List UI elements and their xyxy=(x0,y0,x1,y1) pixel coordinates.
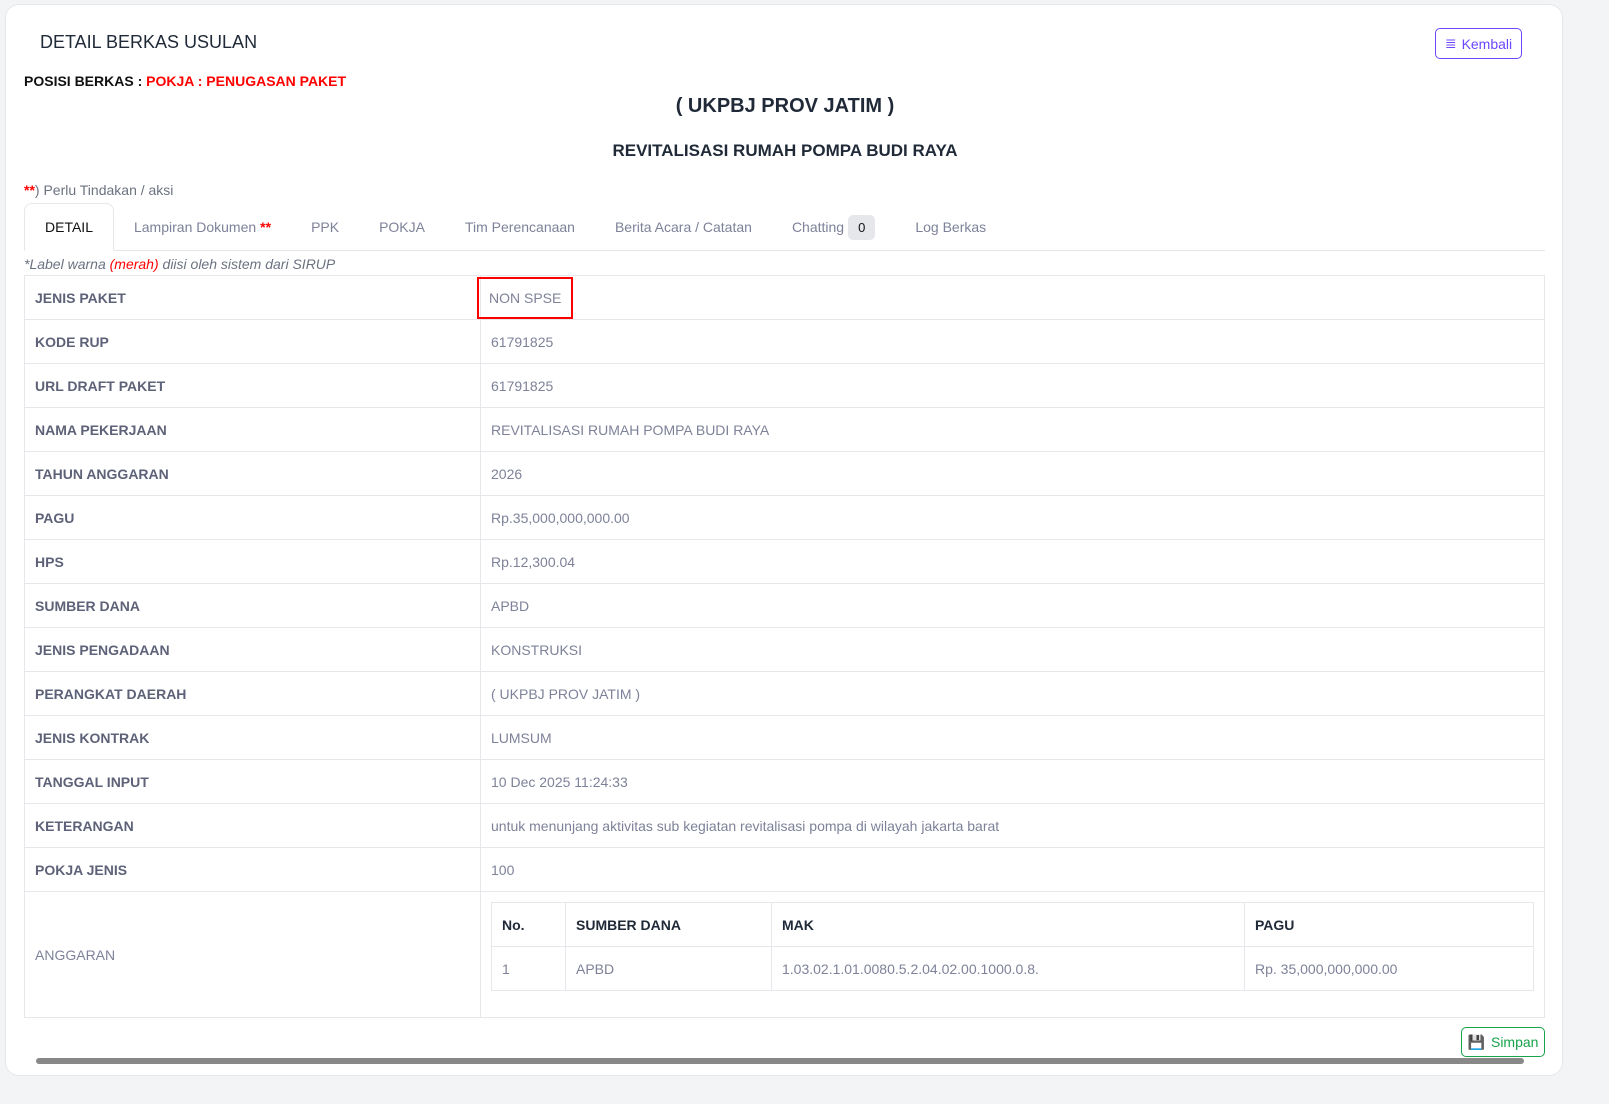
save-icon: 💾 xyxy=(1467,1033,1485,1050)
horizontal-scrollbar[interactable] xyxy=(36,1058,1524,1064)
sub-cell: 1.03.02.1.01.0080.5.2.04.02.00.1000.0.8. xyxy=(771,946,1245,991)
save-button[interactable]: 💾 Simpan xyxy=(1461,1027,1545,1057)
table-row: URL DRAFT PAKET 61791825 xyxy=(24,363,1545,408)
row-value: KONSTRUKSI xyxy=(480,627,1545,672)
detail-card: DETAIL BERKAS USULAN ≣ Kembali POSISI BER… xyxy=(5,4,1563,1076)
row-value: untuk menunjang aktivitas sub kegiatan r… xyxy=(480,803,1545,848)
row-value: 100 xyxy=(480,847,1545,892)
table-row: PERANGKAT DAERAH( UKPBJ PROV JATIM ) xyxy=(24,671,1545,716)
sub-cell: Rp. 35,000,000,000.00 xyxy=(1244,946,1534,991)
row-value: ( UKPBJ PROV JATIM ) xyxy=(480,671,1545,716)
tab-chatting[interactable]: Chatting 0 xyxy=(772,203,895,251)
tab-pokja[interactable]: POKJA xyxy=(359,203,445,251)
row-value: REVITALISASI RUMAH POMPA BUDI RAYA xyxy=(480,407,1545,452)
table-row: JENIS KONTRAK LUMSUM xyxy=(24,715,1545,760)
row-label: POKJA JENIS xyxy=(24,847,481,892)
table-row: KODE RUP 61791825 xyxy=(24,319,1545,364)
table-row: HPS Rp.12,300.04 xyxy=(24,539,1545,584)
page-title: DETAIL BERKAS USULAN xyxy=(40,32,258,52)
row-label: SUMBER DANA xyxy=(24,583,481,628)
sub-header: PAGU xyxy=(1244,902,1534,947)
tab-ppk[interactable]: PPK xyxy=(291,203,359,251)
sub-cell: APBD xyxy=(565,946,772,991)
tabs: DETAIL Lampiran Dokumen ** PPK POKJA Tim … xyxy=(24,203,1545,251)
table-row: NAMA PEKERJAAN REVITALISASI RUMAH POMPA B… xyxy=(24,407,1545,452)
posisi-value: POKJA : PENUGASAN PAKET xyxy=(146,73,347,89)
row-value: 61791825 xyxy=(480,363,1545,408)
table-row: KETERANGAN untuk menunjang aktivitas sub … xyxy=(24,803,1545,848)
sub-header: SUMBER DANA xyxy=(565,902,772,947)
row-label: JENIS PENGADAAN xyxy=(24,627,481,672)
row-label: KETERANGAN xyxy=(24,803,481,848)
list-icon: ≣ xyxy=(1444,35,1457,51)
table-row: JENIS PAKET NON SPSE xyxy=(24,275,1545,320)
row-value: Rp.35,000,000,000.00 xyxy=(480,495,1545,540)
row-label: KODE RUP xyxy=(24,319,481,364)
row-label: URL DRAFT PAKET xyxy=(24,363,481,408)
table-row: TAHUN ANGGARAN 2026 xyxy=(24,451,1545,496)
row-label: PAGU xyxy=(24,495,481,540)
sub-row: 1 APBD 1.03.02.1.01.0080.5.2.04.02.00.1000… xyxy=(491,946,1534,991)
action-note: **) Perlu Tindakan / aksi xyxy=(24,182,174,198)
row-value: 10 Dec 2025 11:24:33 xyxy=(480,759,1545,804)
table-row: SUMBER DANA APBD xyxy=(24,583,1545,628)
sub-header: MAK xyxy=(771,902,1245,947)
org-title: ( UKPBJ PROV JATIM ) xyxy=(675,95,895,117)
row-label: JENIS KONTRAK xyxy=(24,715,481,760)
tab-detail[interactable]: DETAIL xyxy=(24,203,114,251)
chat-count-badge: 0 xyxy=(848,214,876,240)
table-row: JENIS PENGADAAN KONSTRUKSI xyxy=(24,627,1545,672)
row-label: NAMA PEKERJAAN xyxy=(24,407,481,452)
back-button[interactable]: ≣ Kembali xyxy=(1435,28,1522,59)
tab-log-berkas[interactable]: Log Berkas xyxy=(895,203,1006,251)
row-label: HPS xyxy=(24,539,481,584)
anggaran-table: No. SUMBER DANA MAK PAGU 1 APBD 1.03.02.1.01.0… xyxy=(491,902,1534,991)
tab-berita-acara[interactable]: Berita Acara / Catatan xyxy=(595,203,772,251)
table-row: TANGGAL INPUT 10 Dec 2025 11:24:33 xyxy=(24,759,1545,804)
row-label: ANGGARAN xyxy=(24,891,481,1018)
row-label: TANGGAL INPUT xyxy=(24,759,481,804)
posisi-berkas: POSISI BERKAS : POKJA : PENUGASAN PAKET xyxy=(24,73,347,89)
sirup-legend: *Label warna (merah) diisi oleh sistem d… xyxy=(24,256,336,272)
row-label: JENIS PAKET xyxy=(24,275,481,320)
tab-tim-perencanaan[interactable]: Tim Perencanaan xyxy=(445,203,595,251)
row-value: Rp.12,300.04 xyxy=(480,539,1545,584)
table-row: POKJA JENIS 100 xyxy=(24,847,1545,892)
row-value: 2026 xyxy=(480,451,1545,496)
table-row: PAGU Rp.35,000,000,000.00 xyxy=(24,495,1545,540)
sub-header: No. xyxy=(491,902,566,947)
row-value: NON SPSE xyxy=(476,275,1545,320)
row-label: PERANGKAT DAERAH xyxy=(24,671,481,716)
highlighted-value: NON SPSE xyxy=(476,276,574,319)
detail-table: JENIS PAKET NON SPSE KODE RUP 61791825 URL D… xyxy=(24,275,1545,1018)
row-value: LUMSUM xyxy=(480,715,1545,760)
anggaran-row: ANGGARAN No. SUMBER DANA MAK PAGU 1 APBD 1.03.0… xyxy=(24,891,1545,1018)
sub-cell: 1 xyxy=(491,946,566,991)
package-title: REVITALISASI RUMAH POMPA BUDI RAYA xyxy=(612,141,958,160)
row-value: 61791825 xyxy=(480,319,1545,364)
tab-lampiran-dokumen[interactable]: Lampiran Dokumen ** xyxy=(114,203,291,251)
row-label: TAHUN ANGGARAN xyxy=(24,451,481,496)
row-value: APBD xyxy=(480,583,1545,628)
